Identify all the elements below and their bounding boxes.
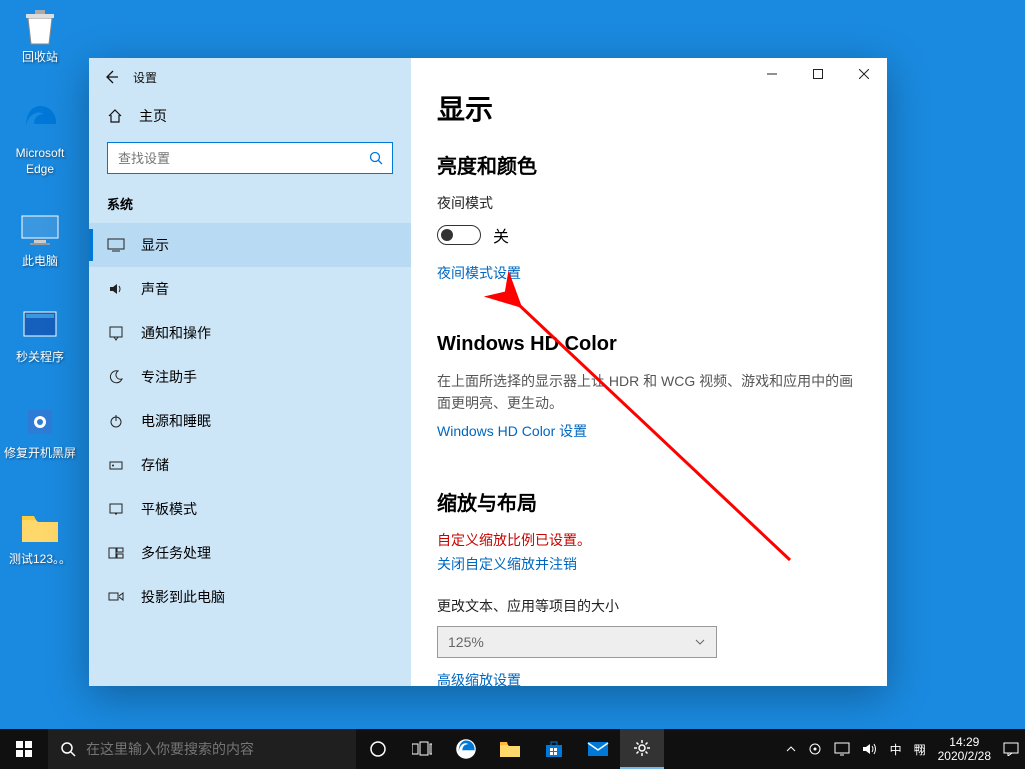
tray-clock[interactable]: 14:29 2020/2/28 (932, 729, 997, 769)
task-view-button[interactable] (400, 729, 444, 769)
cortana-button[interactable] (356, 729, 400, 769)
taskbar-explorer[interactable] (488, 729, 532, 769)
start-button[interactable] (0, 729, 48, 769)
settings-window: 设置 主页 系统 显示 声音 通知和操作 专注助手 电源和睡眠 存储 平板模式 … (89, 58, 887, 686)
tray-location[interactable] (802, 729, 828, 769)
hd-description: 在上面所选择的显示器上让 HDR 和 WCG 视频、游戏和应用中的画面更明亮、更… (437, 370, 861, 415)
search-input[interactable] (108, 151, 360, 166)
arrow-left-icon (103, 69, 119, 85)
disable-scale-link[interactable]: 关闭自定义缩放并注销 (437, 554, 577, 574)
taskbar-search[interactable] (48, 729, 356, 769)
minimize-button[interactable] (749, 58, 795, 90)
text-size-label: 更改文本、应用等项目的大小 (437, 596, 861, 616)
category-label: 系统 (89, 174, 411, 223)
tablet-icon (107, 500, 125, 518)
scale-warning: 自定义缩放比例已设置。 (437, 530, 861, 550)
search-box[interactable] (107, 142, 393, 174)
search-icon (60, 741, 76, 757)
close-button[interactable] (841, 58, 887, 90)
sidebar-item-notifications[interactable]: 通知和操作 (89, 311, 411, 355)
desktop-icon-recycle-bin[interactable]: 回收站 (2, 6, 78, 66)
display-icon (107, 236, 125, 254)
project-icon (107, 588, 125, 606)
desktop-icon-quick-close[interactable]: 秒关程序 (2, 306, 78, 366)
storage-icon (107, 456, 125, 474)
sidebar-item-tablet[interactable]: 平板模式 (89, 487, 411, 531)
back-button[interactable] (89, 58, 133, 96)
sidebar-item-power[interactable]: 电源和睡眠 (89, 399, 411, 443)
sidebar-menu: 显示 声音 通知和操作 专注助手 电源和睡眠 存储 平板模式 多任务处理 投影到… (89, 223, 411, 686)
recycle-bin-icon (20, 6, 60, 46)
taskbar-edge[interactable] (444, 729, 488, 769)
desktop-icon-edge[interactable]: Microsoft Edge (2, 102, 78, 177)
section-scale-title: 缩放与布局 (437, 487, 861, 516)
multitask-icon (107, 544, 125, 562)
desktop-icon-folder[interactable]: 测试123。。 (2, 508, 78, 568)
sidebar-item-storage[interactable]: 存储 (89, 443, 411, 487)
search-icon (360, 151, 392, 165)
home-button[interactable]: 主页 (89, 96, 411, 142)
app-icon (20, 306, 60, 346)
sidebar-item-focus[interactable]: 专注助手 (89, 355, 411, 399)
settings-sidebar: 设置 主页 系统 显示 声音 通知和操作 专注助手 电源和睡眠 存储 平板模式 … (89, 58, 411, 686)
tray-network[interactable] (828, 729, 856, 769)
monitor-icon (20, 210, 60, 250)
settings-main: 显示 亮度和颜色 夜间模式 关 夜间模式设置 Windows HD Color … (411, 58, 887, 686)
taskbar-settings[interactable] (620, 729, 664, 769)
tray-volume[interactable] (856, 729, 884, 769)
sound-icon (107, 280, 125, 298)
taskbar-store[interactable] (532, 729, 576, 769)
folder-icon (20, 508, 60, 548)
section-brightness-title: 亮度和颜色 (437, 150, 861, 179)
scale-dropdown[interactable]: 125% (437, 626, 717, 658)
home-icon (107, 108, 123, 124)
sidebar-item-project[interactable]: 投影到此电脑 (89, 575, 411, 619)
section-hd-title: Windows HD Color (437, 333, 861, 356)
tray-ime-mode[interactable]: 翈 (908, 729, 932, 769)
night-mode-toggle[interactable] (437, 225, 481, 245)
desktop-icon-fix-boot[interactable]: 修复开机黑屏 (2, 402, 78, 462)
sidebar-item-display[interactable]: 显示 (89, 223, 411, 267)
tray-ime-lang[interactable]: 中 (884, 729, 908, 769)
taskbar: 中 翈 14:29 2020/2/28 (0, 729, 1025, 769)
toggle-state: 关 (493, 223, 509, 247)
gear-icon (633, 739, 651, 757)
night-mode-settings-link[interactable]: 夜间模式设置 (437, 263, 521, 283)
window-title: 设置 (133, 69, 157, 86)
hd-settings-link[interactable]: Windows HD Color 设置 (437, 421, 587, 441)
sidebar-item-sound[interactable]: 声音 (89, 267, 411, 311)
windows-icon (16, 741, 32, 757)
page-title: 显示 (437, 88, 861, 128)
taskbar-mail[interactable] (576, 729, 620, 769)
moon-icon (107, 368, 125, 386)
notification-icon (107, 324, 125, 342)
tray-action-center[interactable] (997, 729, 1025, 769)
night-mode-label: 夜间模式 (437, 193, 861, 213)
repair-icon (20, 402, 60, 442)
power-icon (107, 412, 125, 430)
chevron-down-icon (694, 636, 706, 648)
system-tray: 中 翈 14:29 2020/2/28 (780, 729, 1025, 769)
tray-chevron[interactable] (780, 729, 802, 769)
sidebar-item-multitask[interactable]: 多任务处理 (89, 531, 411, 575)
edge-icon (20, 102, 60, 142)
advanced-scale-link[interactable]: 高级缩放设置 (437, 670, 521, 686)
desktop-icon-this-pc[interactable]: 此电脑 (2, 210, 78, 270)
titlebar: 设置 (89, 58, 411, 96)
maximize-button[interactable] (795, 58, 841, 90)
